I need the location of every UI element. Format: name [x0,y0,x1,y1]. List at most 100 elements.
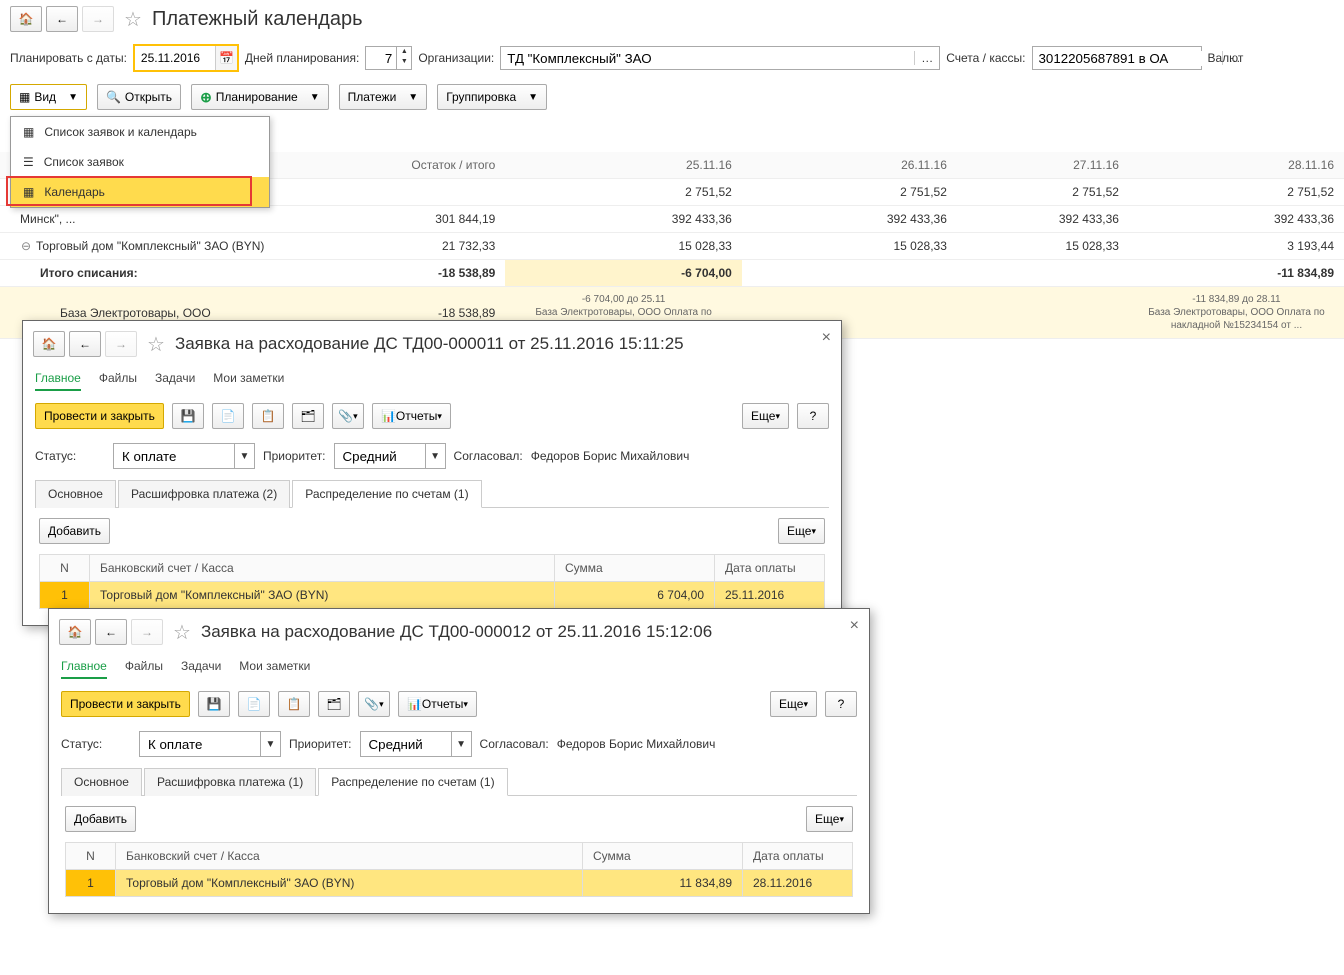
subtab-main[interactable]: Основное [61,768,142,796]
org-select[interactable]: … [500,46,940,70]
action-button[interactable]: 📎▾ [332,403,364,429]
plan-from-input[interactable] [135,46,215,70]
days-spinner[interactable]: ▲▼ [365,46,412,70]
collapse-icon[interactable]: ⊖ [20,239,32,253]
col-date: 25.11.16 [505,152,742,179]
table-row[interactable]: 1 Торговый дом "Комплексный" ЗАО (BYN) 1… [66,870,853,897]
more-button[interactable]: Еще ▾ [770,691,817,717]
grid-row[interactable]: Минск", ...301 844,19 392 433,36392 433,… [0,206,1344,233]
action-button[interactable]: 📋 [278,691,310,717]
org-input[interactable] [501,51,914,66]
table-row[interactable]: 1 Торговый дом "Комплексный" ЗАО (BYN) 6… [40,582,825,609]
forward-button[interactable]: → [105,331,137,357]
dialog-request-1: × 🏠 ← → ☆ Заявка на расходование ДС ТД00… [22,320,842,626]
back-button[interactable]: ← [69,331,101,357]
org-picker-icon[interactable]: … [914,51,939,65]
spin-up-icon[interactable]: ▲ [397,47,411,57]
approved-value: Федоров Борис Михайлович [557,737,716,751]
close-icon[interactable]: × [822,329,831,347]
priority-combo[interactable]: ▼ [360,731,472,757]
vid-menu-item-list-calendar[interactable]: ▦Список заявок и календарь [11,117,269,147]
action-button[interactable]: 🗂 [318,691,350,717]
post-button[interactable]: 📄 [212,403,244,429]
save-button[interactable]: 💾 [172,403,204,429]
caret-down-icon[interactable]: ▼ [425,444,445,468]
favorite-icon[interactable]: ☆ [173,620,191,645]
back-button[interactable]: ← [46,6,78,32]
subtab-decode[interactable]: Расшифровка платежа (1) [144,768,316,796]
caret-down-icon[interactable]: ▼ [260,732,280,756]
tab-tasks[interactable]: Задачи [181,655,221,679]
subtabs: Основное Расшифровка платежа (1) Распред… [61,767,857,796]
home-button[interactable]: 🏠 [59,619,91,645]
action-button[interactable]: 📋 [252,403,284,429]
forward-button[interactable]: → [82,6,114,32]
reports-button[interactable]: 📊 Отчеты ▾ [398,691,477,717]
tab-tasks[interactable]: Задачи [155,367,195,391]
col-account: Банковский счет / Касса [90,555,555,582]
dialog-title: Заявка на расходование ДС ТД00-000011 от… [175,334,684,354]
plan-from-date[interactable]: 📅 [133,44,239,72]
vid-button[interactable]: ▦ Вид▼ [10,84,87,110]
home-button[interactable]: 🏠 [33,331,65,357]
open-button[interactable]: 🔍 Открыть [97,84,181,110]
subtab-accounts[interactable]: Распределение по счетам (1) [318,768,507,796]
dialog-tabs: Главное Файлы Задачи Мои заметки [23,367,841,395]
tab-notes[interactable]: Мои заметки [239,655,310,679]
caret-down-icon[interactable]: ▼ [451,732,471,756]
forward-button[interactable]: → [131,619,163,645]
caret-down-icon[interactable]: ▼ [234,444,254,468]
help-button[interactable]: ? [825,691,857,717]
tab-notes[interactable]: Мои заметки [213,367,284,391]
tab-files[interactable]: Файлы [99,367,137,391]
post-button[interactable]: 📄 [238,691,270,717]
grid-row[interactable]: ⊖Торговый дом "Комплексный" ЗАО (BYN) 21… [0,233,1344,260]
payments-button[interactable]: Платежи▼ [339,84,428,110]
action-button[interactable]: 📎▾ [358,691,390,717]
action-button[interactable]: 🗂 [292,403,324,429]
more-button[interactable]: Еще ▾ [778,518,825,544]
subtab-accounts[interactable]: Распределение по счетам (1) [292,480,481,508]
accounts-input[interactable] [1033,51,1222,66]
vid-menu-item-calendar[interactable]: ▦Календарь [11,177,269,207]
grid-row-totals[interactable]: Итого списания:-18 538,89 -6 704,00-11 8… [0,260,1344,287]
save-button[interactable]: 💾 [198,691,230,717]
reports-button[interactable]: 📊 Отчеты ▾ [372,403,451,429]
grid-icon: ▦ [23,185,34,199]
add-button[interactable]: Добавить [65,806,136,832]
close-icon[interactable]: × [850,617,859,635]
page-title: Платежный календарь [152,8,363,31]
dialog-request-2: × 🏠 ← → ☆ Заявка на расходование ДС ТД00… [48,608,870,914]
col-date: Дата оплаты [743,843,853,870]
subtab-main[interactable]: Основное [35,480,116,508]
post-close-button[interactable]: Провести и закрыть [61,691,190,717]
planning-button[interactable]: ⊕ Планирование▼ [191,84,329,110]
favorite-icon[interactable]: ☆ [124,7,142,32]
more-button[interactable]: Еще ▾ [806,806,853,832]
more-button[interactable]: Еще ▾ [742,403,789,429]
days-input[interactable] [366,47,396,69]
spin-down-icon[interactable]: ▼ [397,57,411,67]
favorite-icon[interactable]: ☆ [147,332,165,357]
tab-main[interactable]: Главное [35,367,81,391]
status-combo[interactable]: ▼ [139,731,281,757]
subtab-decode[interactable]: Расшифровка платежа (2) [118,480,290,508]
vid-menu-item-list[interactable]: ☰Список заявок [11,147,269,177]
calendar-icon[interactable]: 📅 [215,46,237,70]
accounts-select[interactable]: … [1032,46,1202,70]
home-button[interactable]: 🏠 [10,6,42,32]
currency-label: Валют [1208,51,1244,65]
tab-files[interactable]: Файлы [125,655,163,679]
priority-combo[interactable]: ▼ [334,443,446,469]
status-combo[interactable]: ▼ [113,443,255,469]
post-close-button[interactable]: Провести и закрыть [35,403,164,429]
add-button[interactable]: Добавить [39,518,110,544]
help-button[interactable]: ? [797,403,829,429]
back-button[interactable]: ← [95,619,127,645]
days-label: Дней планирования: [245,51,359,65]
grouping-button[interactable]: Группировка▼ [437,84,547,110]
col-n: N [66,843,116,870]
tab-main[interactable]: Главное [61,655,107,679]
filter-row: Планировать с даты: 📅 Дней планирования:… [0,38,1344,78]
col-balance: Остаток / итого [301,152,505,179]
